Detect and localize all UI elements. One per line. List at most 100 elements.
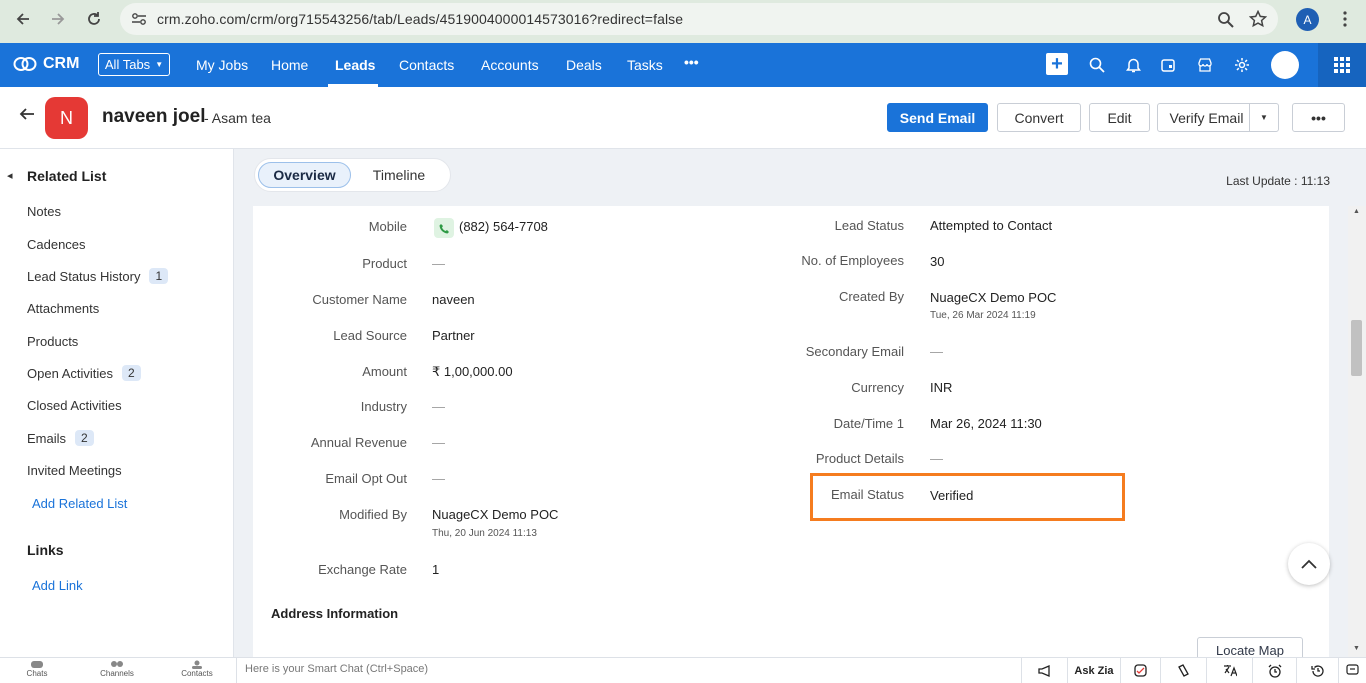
user-avatar[interactable] xyxy=(1271,51,1299,79)
apps-grid-icon[interactable] xyxy=(1318,43,1366,87)
nav-tab-leads[interactable]: Leads xyxy=(335,57,375,73)
sidebar-item-lead-status-history[interactable]: Lead Status History 1 xyxy=(27,268,169,284)
bookmark-star-icon[interactable] xyxy=(1243,0,1273,38)
chats-label: Chats xyxy=(26,669,48,678)
nav-tab-home[interactable]: Home xyxy=(271,57,308,73)
view-tabs: Overview Timeline xyxy=(254,158,451,192)
contacts-button[interactable]: Contacts xyxy=(172,660,222,678)
crm-logo[interactable]: CRM xyxy=(13,55,79,73)
forward-arrow-icon[interactable] xyxy=(43,0,73,38)
scroll-down-arrow-icon[interactable]: ▼ xyxy=(1353,645,1360,652)
field-label-amount: Amount xyxy=(362,364,407,379)
browser-menu-icon[interactable] xyxy=(1330,0,1360,38)
settings-gear-icon[interactable] xyxy=(1231,54,1253,76)
address-bar[interactable]: crm.zoho.com/crm/org715543256/tab/Leads/… xyxy=(120,3,1278,35)
scroll-up-arrow-icon[interactable]: ▲ xyxy=(1353,208,1360,215)
sidebar-item-invited-meetings[interactable]: Invited Meetings xyxy=(27,463,122,478)
phone-icon[interactable] xyxy=(434,218,454,238)
record-header: N naveen joel - Asam tea Send Email Conv… xyxy=(0,87,1366,149)
edit-button[interactable]: Edit xyxy=(1089,103,1150,132)
site-settings-icon[interactable] xyxy=(130,10,148,28)
vertical-scrollbar[interactable]: ▲ ▼ xyxy=(1348,206,1366,657)
activity-icon[interactable] xyxy=(1120,658,1160,683)
field-label-no-of-employees: No. of Employees xyxy=(801,253,904,268)
search-icon[interactable] xyxy=(1086,54,1108,76)
more-actions-button[interactable]: ••• xyxy=(1292,103,1345,132)
field-value-industry: — xyxy=(432,399,445,414)
verify-email-dropdown[interactable]: ▼ xyxy=(1249,103,1279,132)
verify-email-button[interactable]: Verify Email xyxy=(1157,103,1256,132)
sidebar-item-products[interactable]: Products xyxy=(27,334,78,349)
field-label-email-opt-out: Email Opt Out xyxy=(325,471,407,486)
lead-avatar: N xyxy=(45,97,88,139)
history-icon[interactable] xyxy=(1296,658,1338,683)
field-label-created-by: Created By xyxy=(838,289,904,304)
all-tabs-dropdown[interactable]: All Tabs ▼ xyxy=(98,53,170,76)
create-plus-icon[interactable]: + xyxy=(1046,53,1068,75)
tab-timeline[interactable]: Timeline xyxy=(359,162,439,188)
ask-zia-button[interactable]: Ask Zia xyxy=(1067,658,1120,683)
field-label-annual-revenue: Annual Revenue xyxy=(310,435,407,450)
field-label-secondary-email: Secondary Email xyxy=(805,344,904,359)
sidebar-item-open-activities[interactable]: Open Activities 2 xyxy=(27,365,141,381)
field-value-mobile[interactable]: (882) 564-7708 xyxy=(459,219,548,234)
chats-button[interactable]: Chats xyxy=(12,660,62,678)
field-value-customer-name: naveen xyxy=(432,292,475,307)
field-label-mobile: Mobile xyxy=(368,219,407,234)
field-value-created-time: Tue, 26 Mar 2024 11:19 xyxy=(930,310,1036,321)
add-link-link[interactable]: Add Link xyxy=(32,578,83,593)
zoom-icon[interactable] xyxy=(1210,0,1240,38)
mobile-icon[interactable] xyxy=(1160,658,1206,683)
translate-icon[interactable] xyxy=(1206,658,1252,683)
bottom-bar: Chats Channels Contacts Here is your Sma… xyxy=(0,657,1366,683)
sidebar-item-notes[interactable]: Notes xyxy=(27,204,61,219)
nav-tab-my-jobs[interactable]: My Jobs xyxy=(196,57,248,73)
nav-tab-deals[interactable]: Deals xyxy=(566,57,602,73)
send-email-button[interactable]: Send Email xyxy=(887,103,988,132)
lead-name: naveen joel xyxy=(102,106,206,127)
announcement-icon[interactable] xyxy=(1021,658,1067,683)
marketplace-icon[interactable] xyxy=(1194,54,1216,76)
details-card xyxy=(253,206,1329,666)
field-value-product-details: — xyxy=(930,451,943,466)
nav-more-icon[interactable]: ••• xyxy=(684,54,699,70)
sidebar-item-attachments[interactable]: Attachments xyxy=(27,301,99,316)
sidebar-item-cadences[interactable]: Cadences xyxy=(27,237,86,252)
field-value-email-opt-out: — xyxy=(432,471,445,486)
add-related-list-link[interactable]: Add Related List xyxy=(32,496,127,511)
back-arrow-icon[interactable] xyxy=(8,0,38,38)
scrollbar-thumb[interactable] xyxy=(1351,320,1362,376)
sidebar-item-emails[interactable]: Emails 2 xyxy=(27,430,94,446)
reload-icon[interactable] xyxy=(79,0,109,38)
convert-button[interactable]: Convert xyxy=(997,103,1081,132)
back-arrow-icon[interactable] xyxy=(18,105,36,128)
tab-overview[interactable]: Overview xyxy=(258,162,351,188)
lead-company: - Asam tea xyxy=(204,110,271,126)
smart-chat-input[interactable]: Here is your Smart Chat (Ctrl+Space) xyxy=(236,658,1021,683)
all-tabs-label: All Tabs xyxy=(104,57,151,72)
chevron-up-icon xyxy=(1301,559,1317,569)
alarm-clock-icon[interactable] xyxy=(1252,658,1296,683)
nav-tab-accounts[interactable]: Accounts xyxy=(481,57,539,73)
collapse-sidebar-icon[interactable]: ◂ xyxy=(7,169,13,182)
count-badge: 1 xyxy=(149,268,169,284)
sidebar-item-closed-activities[interactable]: Closed Activities xyxy=(27,398,122,413)
last-update-text: Last Update : 11:13 xyxy=(1226,174,1330,188)
sidebar-item-label: Closed Activities xyxy=(27,398,122,413)
contact-person-icon xyxy=(192,660,202,669)
bell-icon[interactable] xyxy=(1122,54,1144,76)
chat-window-icon[interactable] xyxy=(1338,658,1366,683)
channels-icon xyxy=(111,661,123,667)
channels-button[interactable]: Channels xyxy=(92,660,142,678)
field-value-currency: INR xyxy=(930,380,953,395)
field-label-lead-status: Lead Status xyxy=(834,218,904,233)
address-section-title: Address Information xyxy=(271,606,399,621)
nav-tab-contacts[interactable]: Contacts xyxy=(399,57,454,73)
scroll-to-top-button[interactable] xyxy=(1288,543,1330,585)
field-value-created-by: NuageCX Demo POC xyxy=(930,290,1057,305)
browser-profile-avatar[interactable]: A xyxy=(1296,8,1319,31)
url-text: crm.zoho.com/crm/org715543256/tab/Leads/… xyxy=(157,11,684,27)
count-badge: 2 xyxy=(75,430,94,446)
calendar-icon[interactable] xyxy=(1157,54,1179,76)
nav-tab-tasks[interactable]: Tasks xyxy=(627,57,663,73)
